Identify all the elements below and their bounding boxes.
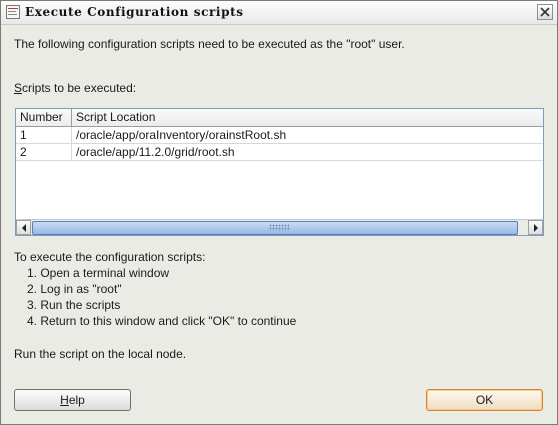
row-number: 2	[16, 144, 72, 160]
close-button[interactable]	[537, 4, 553, 20]
thumb-grip	[269, 224, 289, 231]
scripts-label-text: cripts to be executed:	[22, 81, 137, 95]
instruction-step: 4. Return to this window and click "OK" …	[27, 314, 297, 328]
close-icon	[540, 7, 550, 17]
row-script-location: /oracle/app/oraInventory/orainstRoot.sh	[76, 128, 287, 142]
table-row[interactable]: 1 /oracle/app/oraInventory/orainstRoot.s…	[16, 127, 543, 144]
window-icon	[6, 5, 20, 19]
table-row[interactable]: 2 /oracle/app/11.2.0/grid/root.sh	[16, 144, 543, 161]
instructions-heading: To execute the configuration scripts:	[14, 250, 206, 264]
intro-text: The following configuration scripts need…	[14, 37, 405, 51]
scripts-label: Scripts to be executed:	[14, 81, 136, 95]
scripts-table[interactable]: Number Script Location 1 /oracle/app/ora…	[15, 108, 544, 236]
instruction-step: 2. Log in as "root"	[27, 282, 122, 296]
ok-button[interactable]: OK	[426, 389, 543, 411]
title-bar[interactable]: Execute Configuration scripts	[1, 1, 557, 25]
scrollbar-thumb[interactable]	[32, 221, 518, 235]
window-title: Execute Configuration scripts	[25, 5, 244, 19]
table-header: Number Script Location	[16, 109, 543, 127]
instruction-step: 1. Open a terminal window	[27, 266, 170, 280]
scripts-label-mnemonic: S	[14, 81, 23, 95]
scroll-left-button[interactable]	[16, 220, 31, 235]
row-number: 1	[16, 127, 72, 143]
scroll-left-icon	[22, 224, 26, 232]
row-script-location: /oracle/app/11.2.0/grid/root.sh	[76, 145, 235, 159]
local-node-note: Run the script on the local node.	[14, 347, 187, 361]
help-mnemonic: H	[60, 393, 69, 407]
scroll-right-button[interactable]	[528, 220, 543, 235]
help-label: elp	[68, 393, 85, 407]
column-header-script-location[interactable]: Script Location	[72, 109, 543, 126]
instruction-step: 3. Run the scripts	[27, 298, 121, 312]
scroll-right-icon	[534, 224, 538, 232]
dialog-window: Execute Configuration scripts The follow…	[0, 0, 558, 425]
column-header-number[interactable]: Number	[16, 109, 72, 126]
horizontal-scrollbar[interactable]	[16, 219, 543, 235]
help-button[interactable]: Help	[14, 389, 131, 411]
